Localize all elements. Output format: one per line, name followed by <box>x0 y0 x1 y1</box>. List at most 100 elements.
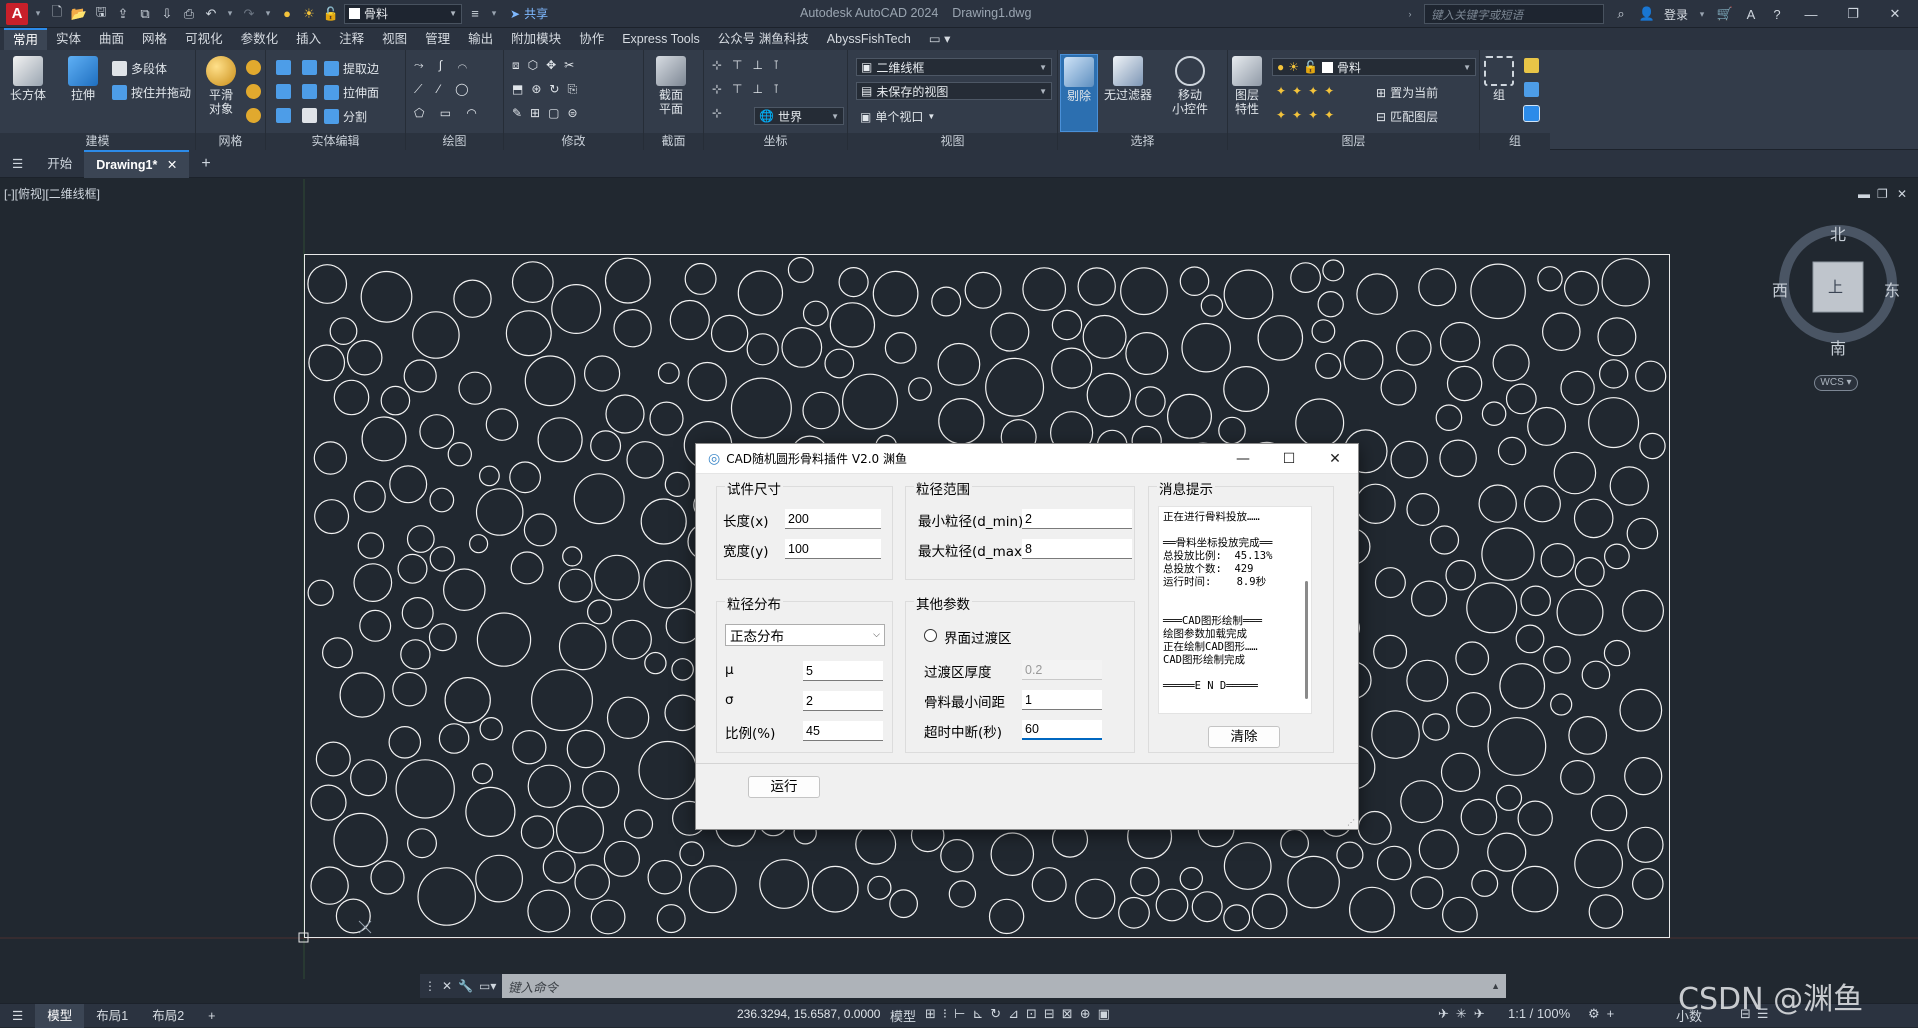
aggregate-circle[interactable] <box>937 342 981 386</box>
aggregate-circle[interactable] <box>1181 322 1232 373</box>
modify-row1[interactable]: ⧈⬡✥✂ <box>512 58 582 73</box>
aggregate-circle[interactable] <box>1022 267 1067 312</box>
aggregate-circle[interactable] <box>687 361 727 402</box>
aggregate-circle[interactable] <box>444 677 491 724</box>
viewport-config-button[interactable]: ▣ 单个视口 ▼ <box>860 108 935 125</box>
command-input[interactable]: 键入命令 ▲ <box>502 974 1506 998</box>
aggregate-circle[interactable] <box>867 875 892 900</box>
aggregate-circle[interactable] <box>737 270 784 316</box>
aggregate-circle[interactable] <box>310 784 347 821</box>
aggregate-circle[interactable] <box>537 417 583 463</box>
aggregate-circle[interactable] <box>558 622 607 671</box>
itz-label[interactable]: 界面过渡区 <box>944 627 1012 647</box>
aggregate-circle[interactable] <box>360 270 413 323</box>
cart-icon[interactable]: 🛒 <box>1716 5 1734 23</box>
fillet-edge-icon[interactable] <box>302 60 317 75</box>
aggregate-circle[interactable] <box>1542 645 1571 674</box>
aggregate-circle[interactable] <box>1601 258 1650 307</box>
aggregate-circle[interactable] <box>710 314 749 353</box>
tab-layout1[interactable]: 布局1 <box>84 1004 140 1028</box>
aggregate-circle[interactable] <box>1179 266 1210 296</box>
group-button[interactable]: 组 <box>1484 56 1514 102</box>
layer-combo[interactable]: 骨料 ▼ <box>344 3 462 24</box>
aggregate-circle[interactable] <box>397 553 428 584</box>
aggregate-circle[interactable] <box>586 599 612 625</box>
aggregate-circle[interactable] <box>458 371 492 405</box>
aggregate-circle[interactable] <box>1478 484 1517 523</box>
aggregate-circle[interactable] <box>1082 314 1127 359</box>
aggregate-circle[interactable] <box>787 256 814 283</box>
aggregate-circle[interactable] <box>527 889 571 933</box>
aggregate-circle[interactable] <box>1406 659 1449 702</box>
aggregate-circle[interactable] <box>1537 266 1563 292</box>
match-layer-button[interactable]: ⊟ 匹配图层 <box>1376 108 1438 125</box>
aggregate-circle[interactable] <box>606 696 650 740</box>
resize-grip-icon[interactable]: ⋰ <box>1347 818 1355 827</box>
aggregate-circle[interactable] <box>582 770 620 809</box>
aggregate-circle[interactable] <box>558 568 593 603</box>
aggregate-circle[interactable] <box>350 759 388 797</box>
aggregate-circle[interactable] <box>679 841 705 867</box>
aggregate-circle[interactable] <box>1520 585 1551 617</box>
panel-title-modeling[interactable]: 建模 <box>0 133 195 150</box>
aggregate-circle[interactable] <box>1627 826 1664 863</box>
annotation-scale[interactable]: 1:1 / 100% <box>1508 1006 1570 1021</box>
aggregate-circle[interactable] <box>1218 416 1246 445</box>
aggregate-circle[interactable] <box>872 270 919 317</box>
save-web-icon[interactable]: ⇩ <box>158 5 176 23</box>
viewport-label[interactable]: [-][俯视][二维线框] <box>4 185 100 202</box>
aggregate-circle[interactable] <box>1568 716 1608 755</box>
search-input[interactable]: 键入关键字或短语 <box>1423 4 1604 24</box>
aggregate-circle[interactable] <box>310 866 349 905</box>
aggregate-circle[interactable] <box>1223 904 1251 932</box>
timeout-input[interactable] <box>1022 720 1102 740</box>
aggregate-circle[interactable] <box>1390 440 1429 479</box>
dialog-titlebar[interactable]: ◎ CAD随机圆形骨料插件 V2.0 渊鱼 — ☐ ✕ <box>696 444 1358 474</box>
min-gap-input[interactable] <box>1022 690 1102 710</box>
grip-icon[interactable]: ⋮ <box>424 979 436 993</box>
named-view-combo[interactable]: ▤ 未保存的视图 ▼ <box>856 82 1052 100</box>
tab-express-tools[interactable]: Express Tools <box>613 28 709 50</box>
aggregate-circle[interactable] <box>1223 366 1270 413</box>
tab-collaborate[interactable]: 协作 <box>570 28 613 50</box>
aggregate-circle[interactable] <box>1517 800 1553 836</box>
panel-title-groups[interactable]: 组 <box>1480 133 1550 150</box>
aggregate-circle[interactable] <box>475 854 524 903</box>
aggregate-circle[interactable] <box>1439 321 1481 363</box>
tab-visualize[interactable]: 可视化 <box>176 28 232 50</box>
aggregate-circle[interactable] <box>562 546 583 567</box>
aggregate-circle[interactable] <box>1311 319 1336 344</box>
aggregate-circle[interactable] <box>314 499 350 535</box>
aggregate-circle[interactable] <box>1295 398 1345 448</box>
ribbon-toggle-icon[interactable]: ▭ ▾ <box>920 28 960 50</box>
aggregate-circle[interactable] <box>1317 290 1344 318</box>
polyline-tools[interactable]: ⟋ ⁄ ◯ <box>414 82 475 97</box>
section-plane-button[interactable]: 截面 平面 <box>656 56 686 116</box>
aggregate-circle[interactable] <box>1356 273 1398 315</box>
no-filter-button[interactable]: 无过滤器 <box>1104 56 1152 102</box>
aggregate-circle[interactable] <box>1598 359 1629 389</box>
aggregate-circle[interactable] <box>1455 641 1490 676</box>
aggregate-circle[interactable] <box>1553 451 1597 495</box>
aggregate-circle[interactable] <box>1563 270 1599 306</box>
signin-link[interactable]: 登录 <box>1664 6 1688 23</box>
polysolid-button[interactable]: 多段体 <box>112 60 167 77</box>
aggregate-circle[interactable] <box>395 759 455 819</box>
mu-input[interactable] <box>803 661 883 681</box>
viewcube-top-face[interactable]: 上 <box>1828 276 1843 297</box>
compass-east[interactable]: 东 <box>1884 277 1900 301</box>
aggregate-circle[interactable] <box>406 525 435 553</box>
user-icon[interactable]: 👤 <box>1638 5 1656 23</box>
aggregate-circle[interactable] <box>1280 828 1309 858</box>
aggregate-circle[interactable] <box>1597 317 1637 357</box>
close-tab-icon[interactable]: ✕ <box>167 158 177 172</box>
aggregate-circle[interactable] <box>1257 315 1304 361</box>
dialog-close-button[interactable]: ✕ <box>1312 451 1358 467</box>
aggregate-circle[interactable] <box>1639 432 1666 460</box>
aggregate-circle[interactable] <box>551 283 602 334</box>
aggregate-circle[interactable] <box>453 279 492 318</box>
aggregate-circle[interactable] <box>1632 868 1664 900</box>
aggregate-circle[interactable] <box>1223 269 1274 320</box>
tab-solid[interactable]: 实体 <box>47 28 90 50</box>
plot-icon[interactable]: ⎙ <box>180 5 198 23</box>
